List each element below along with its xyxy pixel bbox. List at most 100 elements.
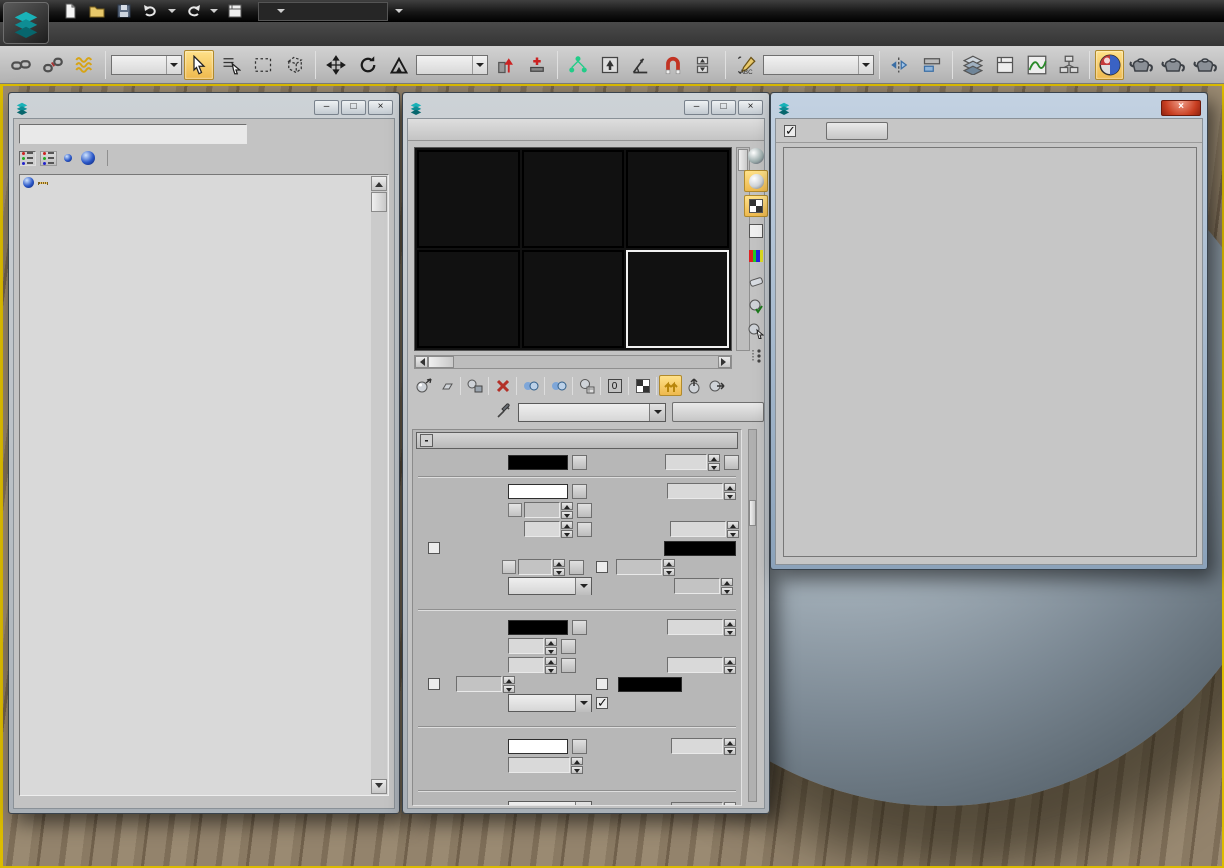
fog-bias-spinner[interactable] [724,738,736,755]
fog-color-map-button[interactable] [572,739,587,754]
fog-color-swatch[interactable] [508,739,568,754]
slots-horizontal-scrollbar[interactable] [414,355,732,369]
workspace-select[interactable] [258,2,388,21]
make-unique-button[interactable] [547,375,570,396]
application-button[interactable] [3,2,49,44]
view-small-icons-button[interactable] [61,154,75,162]
diffuse-map-button[interactable] [572,455,587,470]
navigator-maximize-button[interactable]: □ [341,100,366,115]
glossiness-spinner[interactable] [545,638,557,655]
sample-uv-tiling-button[interactable] [744,220,768,242]
navigator-name-field[interactable] [19,124,247,144]
refl-gloss-spinner[interactable] [561,521,573,538]
glossiness-field[interactable] [508,638,544,654]
select-and-scale-button[interactable] [384,50,414,80]
material-name-select[interactable] [518,403,666,422]
subdivs-spinner[interactable] [724,483,736,500]
view-list-button[interactable] [19,151,36,166]
editor-titlebar[interactable]: – □ × [407,97,765,118]
fresnel-ior-spinner[interactable] [553,559,565,576]
put-to-library-button[interactable] [575,375,598,396]
align-button[interactable] [917,50,947,80]
put-material-to-scene-button[interactable] [435,375,458,396]
affect-shadows-checkbox[interactable] [596,697,608,709]
editor-close-button[interactable]: × [738,100,763,115]
navigator-minimize-button[interactable]: – [314,100,339,115]
update-button[interactable] [826,122,888,140]
glossiness-map-button[interactable] [561,639,576,654]
new-file-button[interactable] [60,2,80,20]
make-material-copy-button[interactable] [519,375,542,396]
params-scrollbar[interactable] [748,429,757,802]
dim-falloff-spinner[interactable] [721,578,733,595]
undo-button[interactable] [141,2,161,20]
refract-exit-color-swatch[interactable] [618,677,682,692]
undo-caret[interactable] [168,9,176,17]
affect-channels-select[interactable] [508,577,592,595]
material-type-button[interactable] [672,402,764,422]
menu-tools[interactable] [80,31,100,37]
material-editor-button[interactable] [1095,50,1125,80]
editor-menu-material[interactable] [434,128,450,132]
exit-color-swatch[interactable] [664,541,736,556]
params-scroll-thumb[interactable] [749,500,756,526]
select-by-name-button[interactable] [216,50,246,80]
background-button[interactable] [744,195,768,217]
redo-caret[interactable] [210,9,218,17]
refract-exit-color-checkbox[interactable] [596,678,608,690]
reflect-map-button[interactable] [572,484,587,499]
navigator-list[interactable] [19,174,389,796]
sample-type-button[interactable] [744,145,768,167]
go-to-parent-button[interactable] [682,375,705,396]
assign-material-button[interactable] [463,375,486,396]
ribbon-toggle-button[interactable] [990,50,1020,80]
roughness-field[interactable] [665,454,707,470]
unlink-selection-button[interactable] [38,50,68,80]
bind-to-space-warp-button[interactable] [70,50,100,80]
sample-slot-1[interactable] [417,150,520,248]
menu-edit[interactable] [58,31,78,37]
menu-modifiers[interactable] [168,31,188,37]
view-list-plus-maps-button[interactable] [40,151,57,166]
menu-rendering[interactable] [234,31,254,37]
get-material-button[interactable] [412,375,435,396]
menu-views[interactable] [124,31,144,37]
ior-spinner[interactable] [545,657,557,674]
spinner-snap-button[interactable] [690,50,720,80]
menu-help[interactable] [300,31,320,37]
preview-close-button[interactable]: × [1161,100,1201,116]
select-and-link-button[interactable] [6,50,36,80]
editor-menu-utilities[interactable] [494,128,510,132]
rendered-frame-window-button[interactable] [1158,50,1188,80]
make-preview-button[interactable] [744,270,768,292]
render-production-button[interactable] [1190,50,1220,80]
keyboard-shortcut-override-button[interactable] [563,50,593,80]
editor-minimize-button[interactable]: – [684,100,709,115]
snap-toggle-button[interactable] [595,50,625,80]
options-button[interactable] [744,295,768,317]
menu-graph-editors[interactable] [212,31,232,37]
select-object-button[interactable] [184,50,214,80]
editor-menu-navigation[interactable] [454,128,470,132]
refl-gloss-map-button[interactable] [577,522,592,537]
auto-update-checkbox[interactable] [784,125,796,137]
fog-bias-field[interactable] [671,738,723,754]
menu-customize[interactable] [256,31,276,37]
editor-menu-options[interactable] [474,128,490,132]
hilight-gloss-field[interactable] [524,502,560,518]
sample-slot-6-active[interactable] [626,250,729,348]
qat-overflow-caret[interactable] [395,9,403,17]
navigator-close-button[interactable]: × [368,100,393,115]
refract-subdivs-field[interactable] [667,619,723,635]
percent-snap-button[interactable] [658,50,688,80]
roughness-map-button[interactable] [724,455,739,470]
navigator-scrollbar[interactable] [371,176,387,794]
show-map-in-viewport-button[interactable] [631,375,654,396]
save-file-button[interactable] [114,2,134,20]
thickness-field[interactable] [671,802,723,806]
refract-color-swatch[interactable] [508,620,568,635]
dim-falloff-field[interactable] [674,578,720,594]
fog-multiplier-spinner[interactable] [571,757,583,774]
rectangular-selection-button[interactable] [248,50,278,80]
sample-slot-5[interactable] [522,250,625,348]
